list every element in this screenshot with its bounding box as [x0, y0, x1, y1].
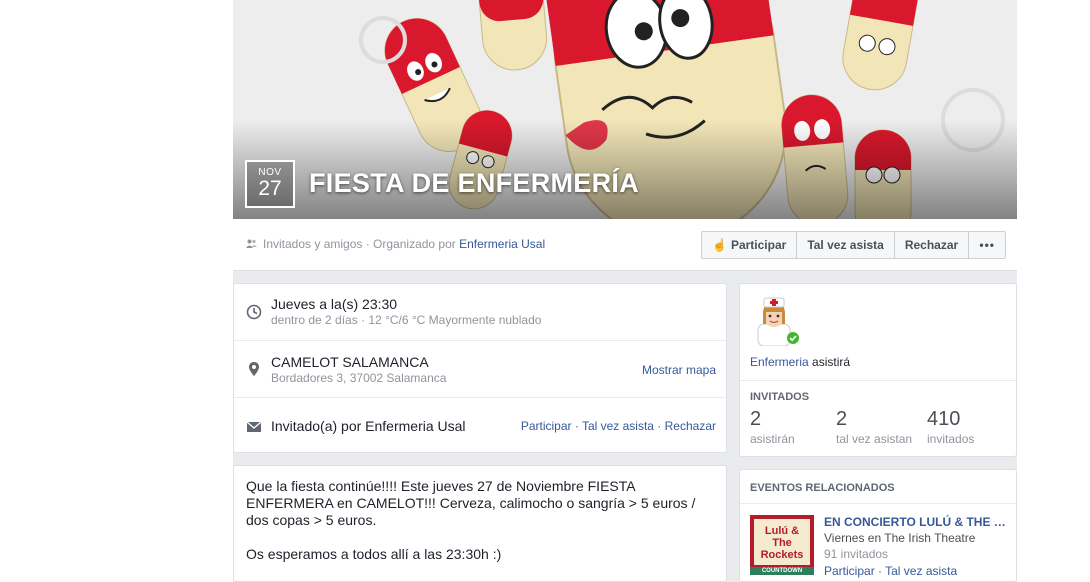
stat-invited-count: 410: [927, 408, 961, 430]
stat-maybe-label: tal vez asistan: [836, 432, 913, 446]
stat-going-label: asistirán: [750, 432, 795, 446]
related-event-rsvp-links[interactable]: Participar · Tal vez asista: [824, 564, 957, 578]
stat-maybe[interactable]: 2 tal vez asistan: [836, 408, 912, 446]
attendee-name-link[interactable]: Enfermeria: [750, 355, 809, 369]
stat-invited[interactable]: 410 invitados: [927, 408, 974, 446]
related-events-heading: EVENTOS RELACIONADOS: [750, 482, 895, 494]
description-paragraph-1: Que la fiesta continúe!!!! Este jueves 2…: [246, 478, 696, 528]
related-event-title[interactable]: EN CONCIERTO LULÚ & THE ROCKETS: [824, 515, 1009, 529]
related-event-thumbnail[interactable]: Lulú & The Rockets COUNTDOWN: [750, 515, 814, 575]
event-weather: dentro de 2 días · 12 °C/6 °C Mayormente…: [271, 313, 542, 327]
event-date-day: 27: [258, 177, 282, 200]
invited-by: Invitado(a) por Enfermeria Usal: [271, 418, 466, 434]
participate-button[interactable]: ☝ Participar: [702, 232, 798, 258]
privacy-text: Invitados y amigos · Organizado por: [263, 237, 460, 251]
show-map-link[interactable]: Mostrar mapa: [642, 363, 716, 377]
event-date-box: NOV 27: [245, 160, 295, 208]
attendee-status: asistirá: [808, 355, 851, 369]
check-badge-icon: [787, 332, 799, 344]
cover-photo[interactable]: NOV 27 FIESTA DE ENFERMERÍA: [233, 0, 1017, 219]
related-events-card: EVENTOS RELACIONADOS Lulú & The Rockets …: [739, 469, 1017, 582]
participate-label: Participar: [730, 238, 787, 252]
map-pin-icon: [249, 362, 259, 376]
decline-button[interactable]: Rechazar: [895, 232, 970, 258]
more-options-button[interactable]: •••: [969, 232, 1005, 258]
friends-icon: [246, 239, 257, 248]
left-margin: [0, 0, 233, 582]
time-row: Jueves a la(s) 23:30 dentro de 2 días · …: [234, 284, 728, 340]
event-description: Que la fiesta continúe!!!! Este jueves 2…: [233, 465, 727, 582]
maybe-button[interactable]: Tal vez asista: [797, 232, 895, 258]
thumbnail-banner: COUNTDOWN: [761, 568, 803, 574]
related-event-venue: Viernes en The Irish Theatre: [824, 531, 976, 545]
description-paragraph-2: Os esperamos a todos allí a las 23:30h :…: [246, 546, 502, 562]
invited-stats-label: INVITADOS: [750, 391, 810, 403]
envelope-icon: [246, 421, 262, 432]
stat-maybe-count: 2: [836, 408, 848, 430]
divider: [740, 503, 1016, 504]
stat-invited-label: invitados: [927, 432, 975, 446]
event-action-bar: Invitados y amigos · Organizado por Enfe…: [233, 219, 1017, 271]
event-title: FIESTA DE ENFERMERÍA: [309, 168, 640, 198]
organizer-link[interactable]: Enfermeria Usal: [459, 237, 545, 251]
location-row[interactable]: CAMELOT SALAMANCA Bordadores 3, 37002 Sa…: [234, 340, 728, 397]
venue-name[interactable]: CAMELOT SALAMANCA: [271, 354, 429, 370]
privacy-info: Invitados y amigos · Organizado por Enfe…: [246, 237, 545, 251]
event-time: Jueves a la(s) 23:30: [271, 296, 398, 312]
invite-row: Invitado(a) por Enfermeria Usal Particip…: [234, 397, 728, 453]
clock-icon: [246, 304, 262, 320]
stat-going-count: 2: [750, 408, 762, 430]
venue-address: Bordadores 3, 37002 Salamanca: [271, 371, 447, 385]
rsvp-buttons: ☝ Participar Tal vez asista Rechazar •••: [701, 231, 1007, 259]
attendance-card: Enfermeria asistirá INVITADOS 2 asistirá…: [739, 283, 1017, 457]
thumbs-up-icon: ☝: [712, 238, 727, 252]
attendee-line: Enfermeria asistirá: [750, 355, 850, 369]
right-margin: [1017, 0, 1090, 582]
thumbnail-text: Lulú & The Rockets: [760, 525, 804, 561]
divider: [740, 380, 1016, 381]
stat-going[interactable]: 2 asistirán: [750, 408, 795, 446]
invite-rsvp-links[interactable]: Participar · Tal vez asista · Rechazar: [521, 419, 716, 433]
related-event-invited: 91 invitados: [824, 547, 889, 561]
event-details-card: Jueves a la(s) 23:30 dentro de 2 días · …: [233, 283, 728, 453]
